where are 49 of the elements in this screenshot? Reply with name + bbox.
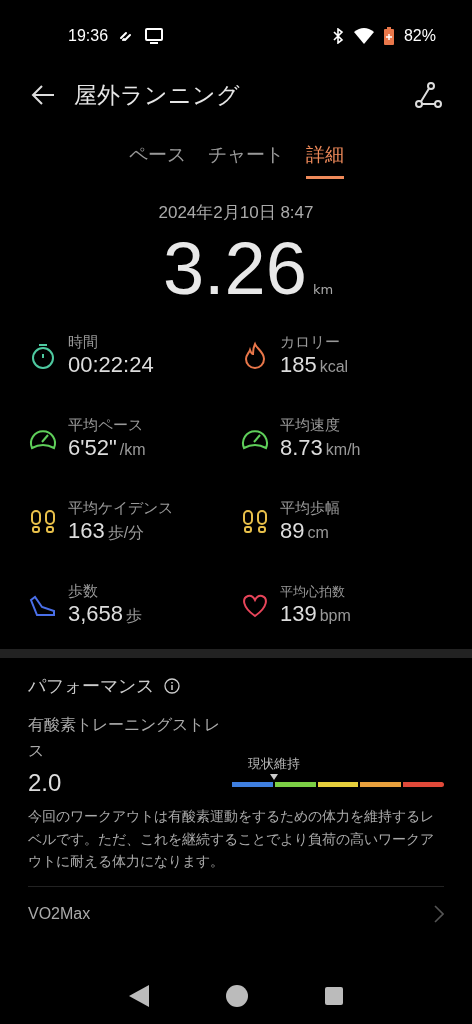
metric-label: 平均ケイデンス (68, 499, 173, 518)
metric-unit: 歩/分 (107, 523, 145, 543)
section-title: パフォーマンス (28, 674, 154, 698)
battery-icon (383, 27, 394, 45)
metric-label: 平均ペース (68, 416, 144, 435)
screen-icon (144, 28, 165, 44)
description-text: 今回のワークアウトは有酸素運動をするための体力を維持するレベルです。ただ、これを継続することでより負荷の高いワークアウトに耐える体力になります。 (28, 807, 434, 871)
metric-value: 3,658 (68, 601, 124, 627)
metric-unit: bpm (319, 606, 351, 625)
metric-value: 8.73 (280, 435, 323, 461)
metric-value: 6'52" (68, 435, 117, 461)
metric-value: 163 (68, 518, 105, 544)
metric-label: カロリー (280, 333, 341, 352)
metric-unit: km/h (325, 441, 361, 459)
tab[interactable]: 詳細 (305, 142, 344, 179)
metric-unit: kcal (319, 358, 349, 376)
metric-label: 時間 (68, 333, 99, 352)
bluetooth-icon (331, 28, 344, 44)
metric-unit: 歩 (126, 606, 143, 626)
status-time: 19:36 (68, 27, 109, 45)
tab[interactable]: チャート (207, 142, 284, 179)
distance-value: 3.26 (162, 226, 307, 311)
metric-label: 平均心拍数 (280, 582, 346, 601)
home-icon[interactable] (226, 985, 248, 1007)
workout-date: 2024年2月10日 8:47 (157, 202, 315, 224)
metric-unit: cm (307, 524, 329, 542)
back-icon[interactable] (128, 985, 149, 1007)
metric-value: 185 (280, 352, 317, 378)
wifi-icon (353, 28, 374, 44)
list-item[interactable]: VO2Max (28, 887, 444, 942)
metric-value: 89 (280, 518, 305, 544)
info-icon[interactable] (164, 678, 180, 694)
meter-label: 現状維持 (248, 755, 301, 774)
tab[interactable]: ペース (128, 142, 186, 179)
battery-level: 82% (403, 27, 436, 45)
metric-value: 139 (280, 600, 317, 627)
distance-unit: km (312, 282, 334, 297)
stress-value: 2.0 (28, 769, 63, 798)
recents-icon[interactable] (325, 987, 344, 1005)
metric-label: 歩数 (68, 582, 99, 601)
metric-label: 平均歩幅 (280, 499, 340, 518)
metric-value: 00:22:24 (68, 352, 154, 378)
metric-label: 平均速度 (280, 416, 341, 435)
back-icon[interactable] (30, 84, 56, 106)
metric-label: 有酸素トレーニングストレス (28, 714, 220, 762)
page-title: 屋外ランニング (74, 80, 240, 110)
route-icon[interactable] (414, 81, 442, 109)
metric-unit: /km (119, 441, 146, 459)
chevron-icon (434, 905, 444, 924)
